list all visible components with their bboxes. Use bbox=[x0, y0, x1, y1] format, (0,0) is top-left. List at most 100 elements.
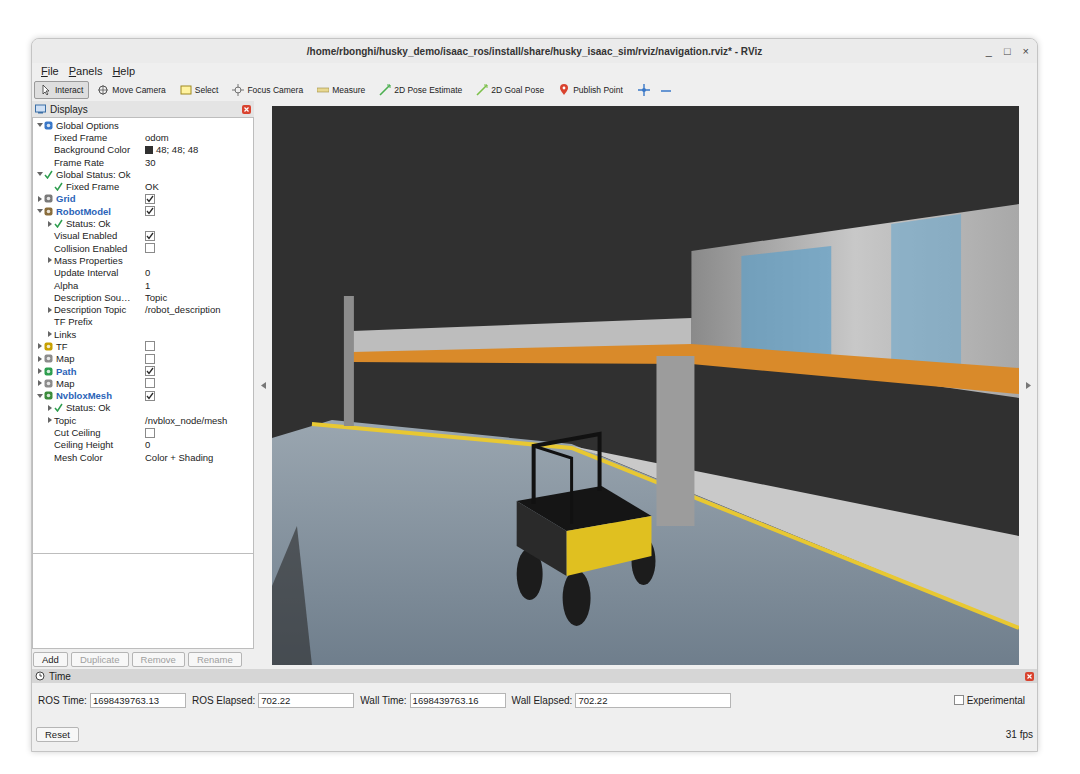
splitter-handle[interactable] bbox=[1019, 101, 1037, 669]
collapse-left-icon[interactable] bbox=[261, 382, 266, 389]
tree-row[interactable]: Fixed Frameodom bbox=[33, 131, 253, 143]
tree-row[interactable]: Map bbox=[33, 377, 253, 389]
time-input[interactable]: 702.22 bbox=[575, 693, 731, 708]
collapsed-arrow-icon[interactable] bbox=[37, 196, 43, 202]
color-swatch[interactable] bbox=[145, 146, 153, 154]
checkbox[interactable] bbox=[145, 243, 155, 253]
tree-row[interactable]: Collision Enabled bbox=[33, 242, 253, 254]
row-value[interactable]: odom bbox=[145, 132, 169, 143]
tree-row[interactable]: Cut Ceiling bbox=[33, 426, 253, 438]
add-tool-icon[interactable] bbox=[637, 83, 651, 97]
experimental-toggle[interactable]: Experimental bbox=[954, 695, 1025, 706]
expanded-arrow-icon[interactable] bbox=[37, 171, 43, 177]
checkbox[interactable] bbox=[145, 206, 155, 216]
row-value[interactable]: /nvblox_node/mesh bbox=[145, 415, 227, 426]
collapsed-arrow-icon[interactable] bbox=[47, 307, 53, 313]
row-value[interactable]: Topic bbox=[145, 292, 167, 303]
tool-button[interactable]: Move Camera bbox=[91, 81, 171, 99]
row-value[interactable]: Color + Shading bbox=[145, 452, 213, 463]
row-value[interactable]: /robot_description bbox=[145, 304, 221, 315]
tool-button[interactable]: Publish Point bbox=[552, 81, 629, 99]
display-button[interactable]: Add bbox=[33, 652, 68, 667]
checkbox[interactable] bbox=[145, 391, 155, 401]
tree-row[interactable]: Update Interval0 bbox=[33, 267, 253, 279]
expander[interactable] bbox=[35, 356, 44, 362]
expander[interactable] bbox=[35, 380, 44, 386]
expander[interactable] bbox=[35, 368, 44, 374]
tree-row[interactable]: Global Status: Ok bbox=[33, 168, 253, 180]
tree-row[interactable]: RobotModel bbox=[33, 205, 253, 217]
collapsed-arrow-icon[interactable] bbox=[47, 405, 53, 411]
tool-button[interactable]: Focus Camera bbox=[226, 81, 309, 99]
expanded-arrow-icon[interactable] bbox=[37, 122, 43, 128]
row-value[interactable]: 0 bbox=[145, 267, 150, 278]
tree-row[interactable]: TF Prefix bbox=[33, 316, 253, 328]
checkbox[interactable] bbox=[954, 695, 964, 705]
expander[interactable] bbox=[45, 417, 54, 423]
tree-row[interactable]: Links bbox=[33, 328, 253, 340]
tree-row[interactable]: Mesh ColorColor + Shading bbox=[33, 451, 253, 463]
checkbox[interactable] bbox=[145, 366, 155, 376]
close-panel-button[interactable] bbox=[242, 105, 251, 114]
collapsed-arrow-icon[interactable] bbox=[47, 257, 53, 263]
time-input[interactable]: 702.22 bbox=[258, 693, 354, 708]
checkbox[interactable] bbox=[145, 354, 155, 364]
checkbox[interactable] bbox=[145, 194, 155, 204]
row-value[interactable]: 0 bbox=[145, 439, 150, 450]
window-control-button[interactable]: × bbox=[1023, 45, 1029, 57]
collapsed-arrow-icon[interactable] bbox=[37, 343, 43, 349]
expander[interactable] bbox=[45, 257, 54, 263]
tree-row[interactable]: Status: Ok bbox=[33, 402, 253, 414]
window-control-button[interactable]: _ bbox=[986, 45, 992, 57]
expander[interactable] bbox=[35, 171, 44, 177]
tree-row[interactable]: Fixed FrameOK bbox=[33, 180, 253, 192]
expander[interactable] bbox=[45, 405, 54, 411]
tree-row[interactable]: Alpha1 bbox=[33, 279, 253, 291]
expanded-arrow-icon[interactable] bbox=[37, 393, 43, 399]
checkbox[interactable] bbox=[145, 428, 155, 438]
row-value[interactable]: 1 bbox=[145, 280, 150, 291]
collapsed-arrow-icon[interactable] bbox=[37, 380, 43, 386]
expander[interactable] bbox=[35, 393, 44, 399]
row-value[interactable]: 30 bbox=[145, 157, 156, 168]
remove-tool-icon[interactable] bbox=[659, 83, 673, 97]
tree-row[interactable]: Grid bbox=[33, 193, 253, 205]
collapsed-arrow-icon[interactable] bbox=[47, 417, 53, 423]
tool-button[interactable]: 2D Goal Pose bbox=[470, 81, 550, 99]
window-control-button[interactable]: □ bbox=[1004, 45, 1011, 57]
tree-row[interactable]: Path bbox=[33, 365, 253, 377]
close-panel-button[interactable] bbox=[1025, 672, 1034, 681]
tree-row[interactable]: TF bbox=[33, 340, 253, 352]
tree-row[interactable]: Description Sou…Topic bbox=[33, 291, 253, 303]
tree-row[interactable]: Global Options bbox=[33, 119, 253, 131]
tool-button[interactable]: Interact bbox=[34, 81, 89, 99]
tree-row[interactable]: Ceiling Height0 bbox=[33, 439, 253, 451]
expander[interactable] bbox=[35, 343, 44, 349]
menu-item[interactable]: Help bbox=[107, 65, 140, 77]
menu-item[interactable]: File bbox=[36, 65, 64, 77]
expanded-arrow-icon[interactable] bbox=[37, 208, 43, 214]
tree-row[interactable]: Description Topic/robot_description bbox=[33, 303, 253, 315]
tree-row[interactable]: Visual Enabled bbox=[33, 230, 253, 242]
tree-row[interactable]: Mass Properties bbox=[33, 254, 253, 266]
render-view[interactable] bbox=[272, 106, 1019, 665]
tool-button[interactable]: Measure bbox=[311, 81, 371, 99]
tree-row[interactable]: Map bbox=[33, 353, 253, 365]
collapsed-arrow-icon[interactable] bbox=[37, 356, 43, 362]
time-input[interactable]: 1698439763.13 bbox=[90, 693, 186, 708]
row-value[interactable]: 48; 48; 48 bbox=[156, 144, 198, 155]
tool-button[interactable]: Select bbox=[174, 81, 225, 99]
time-input[interactable]: 1698439763.16 bbox=[410, 693, 506, 708]
checkbox[interactable] bbox=[145, 378, 155, 388]
expander[interactable] bbox=[35, 122, 44, 128]
tree-row[interactable]: Background Color48; 48; 48 bbox=[33, 144, 253, 156]
tree-row[interactable]: Frame Rate30 bbox=[33, 156, 253, 168]
tree-row[interactable]: Topic/nvblox_node/mesh bbox=[33, 414, 253, 426]
splitter-handle[interactable] bbox=[254, 101, 272, 669]
collapsed-arrow-icon[interactable] bbox=[37, 368, 43, 374]
reset-button[interactable]: Reset bbox=[36, 727, 79, 742]
expander[interactable] bbox=[45, 307, 54, 313]
expander[interactable] bbox=[35, 208, 44, 214]
expander[interactable] bbox=[45, 221, 54, 227]
menu-item[interactable]: Panels bbox=[64, 65, 108, 77]
